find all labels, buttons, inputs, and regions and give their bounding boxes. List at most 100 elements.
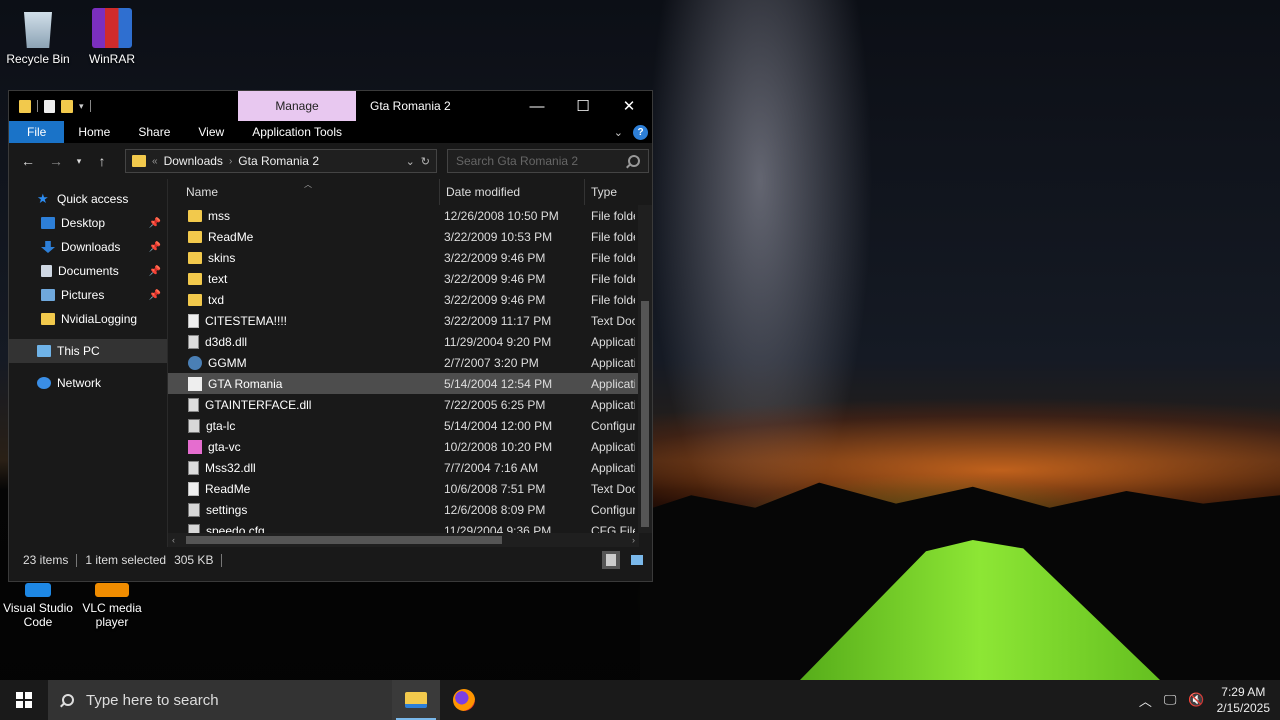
chevron-right-icon[interactable]: › bbox=[229, 156, 232, 167]
scrollbar-thumb[interactable] bbox=[186, 536, 502, 544]
close-button[interactable]: ✕ bbox=[606, 91, 652, 121]
file-name-cell: gta-lc bbox=[168, 418, 440, 433]
file-type: File folder bbox=[591, 250, 635, 265]
file-row[interactable]: mss 12/26/2008 10:50 PM File folder bbox=[168, 205, 652, 226]
file-row[interactable]: d3d8.dll 11/29/2004 9:20 PM Application ex… bbox=[168, 331, 652, 352]
file-row[interactable]: ReadMe 3/22/2009 10:53 PM File folder bbox=[168, 226, 652, 247]
file-row[interactable]: GGMM 2/7/2007 3:20 PM Application bbox=[168, 352, 652, 373]
expand-ribbon-icon[interactable]: ⌄ bbox=[614, 126, 623, 139]
breadcrumb-overflow[interactable]: « bbox=[152, 156, 158, 167]
sidebar-item-quick-access[interactable]: ★ Quick access bbox=[9, 187, 167, 211]
back-arrow-icon[interactable]: ← bbox=[19, 153, 37, 169]
file-type: Application bbox=[591, 355, 635, 370]
sidebar-item-desktop[interactable]: Desktop 📌 bbox=[9, 211, 167, 235]
address-bar[interactable]: « Downloads › Gta Romania 2 ⌄ ↻ bbox=[125, 149, 437, 173]
file-row[interactable]: text 3/22/2009 9:46 PM File folder bbox=[168, 268, 652, 289]
tab-manage[interactable]: Manage bbox=[238, 91, 356, 121]
sort-ascending-icon: ︿ bbox=[304, 180, 312, 189]
tab-home[interactable]: Home bbox=[64, 121, 124, 143]
chevron-up-icon[interactable]: ︿ bbox=[1139, 691, 1152, 710]
volume-muted-icon[interactable]: 🔇 bbox=[1188, 692, 1204, 708]
pictures-icon bbox=[41, 289, 55, 301]
vertical-scrollbar[interactable] bbox=[638, 205, 652, 533]
breadcrumb-gta-romania-2[interactable]: Gta Romania 2 bbox=[238, 154, 319, 168]
breadcrumb-downloads[interactable]: Downloads bbox=[164, 154, 223, 168]
large-icons-view-button[interactable] bbox=[628, 551, 646, 569]
scroll-right-icon[interactable]: › bbox=[632, 535, 635, 545]
tab-file[interactable]: File bbox=[9, 121, 65, 143]
file-row[interactable]: Mss32.dll 7/7/2004 7:16 AM Application ext… bbox=[168, 457, 652, 478]
address-dropdown-icon[interactable]: ⌄ bbox=[406, 155, 415, 168]
clock[interactable]: 7:29 AM 2/15/2025 bbox=[1217, 684, 1270, 716]
taskbar-file-explorer[interactable] bbox=[392, 680, 440, 720]
minimize-button[interactable]: — bbox=[514, 91, 560, 121]
network-status-icon[interactable]: 🖵 bbox=[1164, 692, 1177, 708]
recent-locations-chevron-icon[interactable]: ▾ bbox=[75, 156, 83, 167]
scrollbar-thumb[interactable] bbox=[641, 301, 649, 527]
file-type: Text Document bbox=[591, 313, 635, 328]
desktop-icon-recycle-bin[interactable]: Recycle Bin bbox=[0, 8, 76, 66]
search-box[interactable] bbox=[447, 149, 649, 173]
sidebar-item-label: Network bbox=[57, 376, 102, 390]
file-type: File folder bbox=[591, 292, 635, 307]
sidebar-item-label: Documents bbox=[58, 264, 119, 278]
horizontal-scrollbar[interactable]: ‹ › bbox=[168, 533, 639, 547]
column-header-type[interactable]: Type bbox=[585, 179, 635, 205]
forward-arrow-icon[interactable]: → bbox=[47, 153, 65, 169]
chevron-down-icon[interactable]: ▾ bbox=[79, 101, 84, 112]
file-name-cell: txd bbox=[168, 293, 440, 307]
sidebar-item-downloads[interactable]: Downloads 📌 bbox=[9, 235, 167, 259]
vscode-icon bbox=[25, 583, 51, 597]
vc-app-icon bbox=[188, 439, 202, 454]
selection-size: 305 KB bbox=[174, 553, 214, 567]
file-type: Application extension bbox=[591, 334, 635, 349]
help-icon[interactable]: ? bbox=[633, 124, 648, 140]
file-row[interactable]: settings 12/6/2008 8:09 PM Configuration s… bbox=[168, 499, 652, 520]
file-row[interactable]: GTAINTERFACE.dll 7/22/2005 6:25 PM Applica… bbox=[168, 394, 652, 415]
maximize-button[interactable]: ☐ bbox=[560, 91, 606, 121]
scroll-left-icon[interactable]: ‹ bbox=[172, 535, 175, 545]
search-input[interactable] bbox=[456, 154, 628, 168]
navigation-pane: ★ Quick access Desktop 📌 Downloads 📌 Doc… bbox=[9, 179, 167, 547]
sidebar-item-nvidialogging[interactable]: NvidiaLogging bbox=[9, 307, 167, 331]
taskbar-search-box[interactable] bbox=[48, 680, 392, 720]
tab-view[interactable]: View bbox=[184, 121, 238, 143]
sidebar-item-this-pc[interactable]: This PC bbox=[9, 339, 167, 363]
up-arrow-icon[interactable]: ↑ bbox=[93, 153, 111, 169]
search-icon[interactable] bbox=[628, 155, 640, 167]
file-row[interactable]: txd 3/22/2009 9:46 PM File folder bbox=[168, 289, 652, 310]
tab-application-tools[interactable]: Application Tools bbox=[238, 121, 356, 143]
tab-share[interactable]: Share bbox=[124, 121, 184, 143]
file-list: ︿ Name Date modified Type mss 12/26/2008 … bbox=[167, 179, 652, 547]
file-name: CITESTEMA!!!! bbox=[205, 313, 288, 328]
file-name-cell: d3d8.dll bbox=[168, 334, 440, 349]
file-name-cell: mss bbox=[168, 209, 440, 223]
refresh-icon[interactable]: ↻ bbox=[421, 155, 430, 168]
properties-icon[interactable] bbox=[44, 99, 55, 113]
file-row[interactable]: GTA Romania 5/14/2004 12:54 PM Application bbox=[168, 373, 652, 394]
sidebar-item-pictures[interactable]: Pictures 📌 bbox=[9, 283, 167, 307]
taskbar-firefox[interactable] bbox=[440, 680, 488, 720]
start-button[interactable] bbox=[0, 680, 48, 720]
file-row[interactable]: ReadMe 10/6/2008 7:51 PM Text Document bbox=[168, 478, 652, 499]
desktop-icon-vscode[interactable]: Visual Studio Code bbox=[0, 583, 76, 629]
desktop-icon-vlc[interactable]: VLC media player bbox=[74, 583, 150, 629]
pin-icon: 📌 bbox=[148, 265, 161, 277]
sidebar-item-documents[interactable]: Documents 📌 bbox=[9, 259, 167, 283]
folder-icon[interactable] bbox=[19, 99, 31, 113]
new-folder-icon[interactable] bbox=[61, 99, 73, 113]
column-header-date-modified[interactable]: Date modified bbox=[440, 179, 585, 205]
details-view-button[interactable] bbox=[602, 551, 620, 569]
file-type: Application bbox=[591, 439, 635, 454]
app-icon bbox=[188, 355, 202, 370]
desktop-icon-winrar[interactable]: WinRAR bbox=[74, 8, 150, 66]
windows-logo-icon bbox=[16, 692, 32, 708]
file-row[interactable]: skins 3/22/2009 9:46 PM File folder bbox=[168, 247, 652, 268]
file-row[interactable]: gta-vc 10/2/2008 10:20 PM Application bbox=[168, 436, 652, 457]
taskbar-search-input[interactable] bbox=[86, 691, 366, 709]
sidebar-item-network[interactable]: Network bbox=[9, 371, 167, 395]
file-row[interactable]: CITESTEMA!!!! 3/22/2009 11:17 PM Text Docu… bbox=[168, 310, 652, 331]
recycle-bin-icon bbox=[24, 12, 52, 48]
file-row[interactable]: gta-lc 5/14/2004 12:00 PM Configuration se… bbox=[168, 415, 652, 436]
search-icon bbox=[62, 694, 74, 706]
